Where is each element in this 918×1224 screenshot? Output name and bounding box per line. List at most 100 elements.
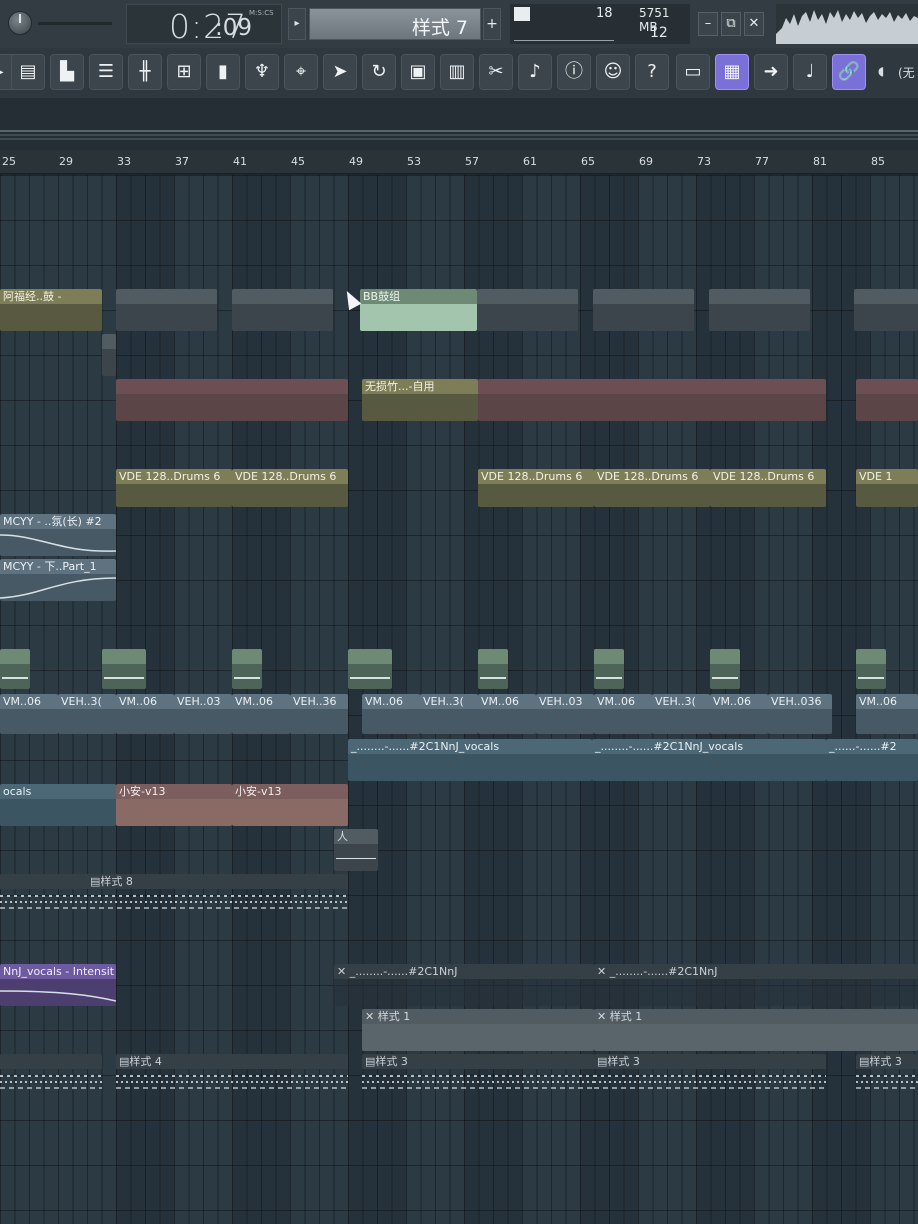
link-icon[interactable]: 🔗 [832, 54, 866, 90]
channel-rack-icon[interactable]: ▙ [50, 54, 84, 90]
record-audio-icon[interactable]: ♪ [518, 54, 552, 90]
clip-header [593, 289, 694, 304]
render-icon[interactable]: ▥ [440, 54, 474, 90]
audio-clip[interactable]: VM..06 [116, 694, 174, 734]
audio-clip[interactable]: VEH..3( [58, 694, 116, 734]
audio-clip[interactable]: 阿福经..鼓 - [0, 289, 102, 331]
audio-clip[interactable]: ✕ _........-......#2C1NnJ [334, 964, 594, 1006]
timeline-ruler[interactable]: 25 29 33 37 41 45 49 53 57 61 65 69 73 7… [0, 150, 918, 174]
master-volume-knob[interactable] [8, 11, 32, 35]
audio-clip[interactable]: VM..06 [856, 694, 918, 734]
audio-clip[interactable]: VDE 128..Drums 6 [116, 469, 232, 507]
help-icon[interactable]: ? [635, 54, 669, 90]
audio-clip[interactable]: ✕ _........-......#2C1NnJ [594, 964, 918, 1006]
cut-icon[interactable]: ✂ [479, 54, 513, 90]
audio-clip[interactable]: VM..06 [0, 694, 58, 734]
add-pattern-button[interactable]: + [483, 8, 501, 40]
pattern-clip[interactable]: ▤样式 3 [362, 1054, 594, 1096]
pattern-clip[interactable]: ▤样式 3 [594, 1054, 826, 1096]
pattern-clip[interactable]: ▤样式 8 [0, 874, 348, 916]
audio-clip[interactable] [102, 649, 146, 689]
automation-clip[interactable]: MCYY - ..氛(长) #2 [0, 514, 116, 556]
plugin-icon[interactable]: ▮ [206, 54, 240, 90]
audio-clip[interactable] [856, 379, 918, 421]
audio-clip[interactable]: VM..06 [594, 694, 652, 734]
audio-clip[interactable] [478, 379, 826, 421]
audio-clip[interactable]: VDE 128..Drums 6 [478, 469, 594, 507]
audio-clip[interactable] [477, 289, 578, 331]
step-seq-icon[interactable]: ♆ [245, 54, 279, 90]
pattern-selector[interactable]: 样式 7 [309, 8, 481, 40]
audio-clip[interactable]: VDE 128..Drums 6 [594, 469, 710, 507]
audio-clip[interactable] [478, 649, 508, 689]
master-pitch-slider[interactable] [38, 22, 112, 25]
audio-clip[interactable]: VEH..36 [290, 694, 348, 734]
audio-clip[interactable] [594, 649, 624, 689]
audio-clip[interactable]: VEH..3( [652, 694, 710, 734]
automation-curve [0, 529, 116, 556]
audio-clip[interactable]: VM..06 [710, 694, 768, 734]
piano-roll-icon[interactable]: ▤ [11, 54, 45, 90]
pattern-clip[interactable]: ▤样式 3 [856, 1054, 918, 1096]
close-button[interactable]: ✕ [744, 12, 764, 36]
audio-clip[interactable] [593, 289, 694, 331]
audio-clip[interactable]: VEH..3( [420, 694, 478, 734]
automation-clip[interactable]: NnJ_vocals - Intensit [0, 964, 116, 1006]
pattern-clip[interactable]: ✕ 样式 1 [594, 1009, 918, 1051]
audio-clip[interactable] [854, 289, 918, 331]
next-arrow-icon[interactable]: ➜ [754, 54, 788, 90]
audio-clip[interactable]: 小安-v13 [116, 784, 232, 826]
next-icon[interactable]: ➤ [323, 54, 357, 90]
automation-clip[interactable]: MCYY - 下..Part_1 [0, 559, 116, 601]
pattern-clip[interactable] [0, 1054, 102, 1096]
playlist-overview[interactable] [0, 98, 918, 150]
audio-clip[interactable]: VDE 128..Drums 6 [710, 469, 826, 507]
scrub-icon[interactable]: ⌖ [284, 54, 318, 90]
audio-clip[interactable]: VDE 1 [856, 469, 918, 507]
audio-clip[interactable] [116, 379, 348, 421]
audio-clip[interactable]: _........-......#2C1NnJ_vocals [348, 739, 592, 781]
audio-clip[interactable] [102, 334, 116, 376]
audio-clip[interactable]: VM..06 [232, 694, 290, 734]
audio-clip[interactable]: ocals [0, 784, 116, 826]
audio-clip[interactable]: VEH..03 [536, 694, 594, 734]
audio-clip[interactable]: VEH..03 [174, 694, 232, 734]
audio-clip[interactable] [710, 649, 740, 689]
pattern-prev-button[interactable]: ▸ [288, 8, 306, 40]
browser-icon[interactable]: ╫ [128, 54, 162, 90]
audio-clip[interactable] [0, 649, 30, 689]
audio-clip[interactable]: _........-......#2C1NnJ_vocals [592, 739, 826, 781]
audio-clip[interactable]: VM..06 [362, 694, 420, 734]
plugin-picker-icon[interactable]: ⊞ [167, 54, 201, 90]
help-bubble-icon[interactable]: ☺ [596, 54, 630, 90]
piano-keyboard-icon[interactable]: ▦ [715, 54, 749, 90]
mixer-icon[interactable]: ☰ [89, 54, 123, 90]
audio-clip[interactable] [232, 289, 333, 331]
audio-clip[interactable]: BB鼓组 [360, 289, 477, 331]
audio-clip[interactable]: 小安-v13 [232, 784, 348, 826]
audio-clip[interactable] [709, 289, 810, 331]
audio-clip[interactable]: _......-......#2 [826, 739, 918, 781]
audio-clip[interactable]: 无损竹...-自用 [362, 379, 478, 421]
pattern-clip[interactable]: ▤样式 4 [116, 1054, 348, 1096]
time-display[interactable]: 0:27 :09 M:S:CS [126, 4, 282, 46]
pattern-clip[interactable]: ✕ 样式 1 [362, 1009, 594, 1051]
typing-keyboard-icon[interactable]: ▭ [676, 54, 710, 90]
audio-clip[interactable] [856, 649, 886, 689]
audio-clip[interactable]: VM..06 [478, 694, 536, 734]
audio-clip[interactable]: 人 [334, 829, 378, 871]
output-label[interactable]: (无 [898, 64, 915, 81]
audio-clip[interactable] [116, 289, 217, 331]
audio-clip[interactable]: VEH..036 [768, 694, 832, 734]
minimize-button[interactable]: – [698, 12, 718, 36]
save-icon[interactable]: ▣ [401, 54, 435, 90]
audio-clip[interactable]: VDE 128..Drums 6 [232, 469, 348, 507]
clip-title: BB鼓组 [360, 289, 477, 304]
clip-title: 阿福经..鼓 - [0, 289, 102, 304]
slide-icon[interactable]: ♩ [793, 54, 827, 90]
loop-icon[interactable]: ↻ [362, 54, 396, 90]
maximize-button[interactable]: ⧉ [721, 12, 741, 36]
audio-clip[interactable] [232, 649, 262, 689]
audio-clip[interactable] [348, 649, 392, 689]
info-icon[interactable]: ⓘ [557, 54, 591, 90]
